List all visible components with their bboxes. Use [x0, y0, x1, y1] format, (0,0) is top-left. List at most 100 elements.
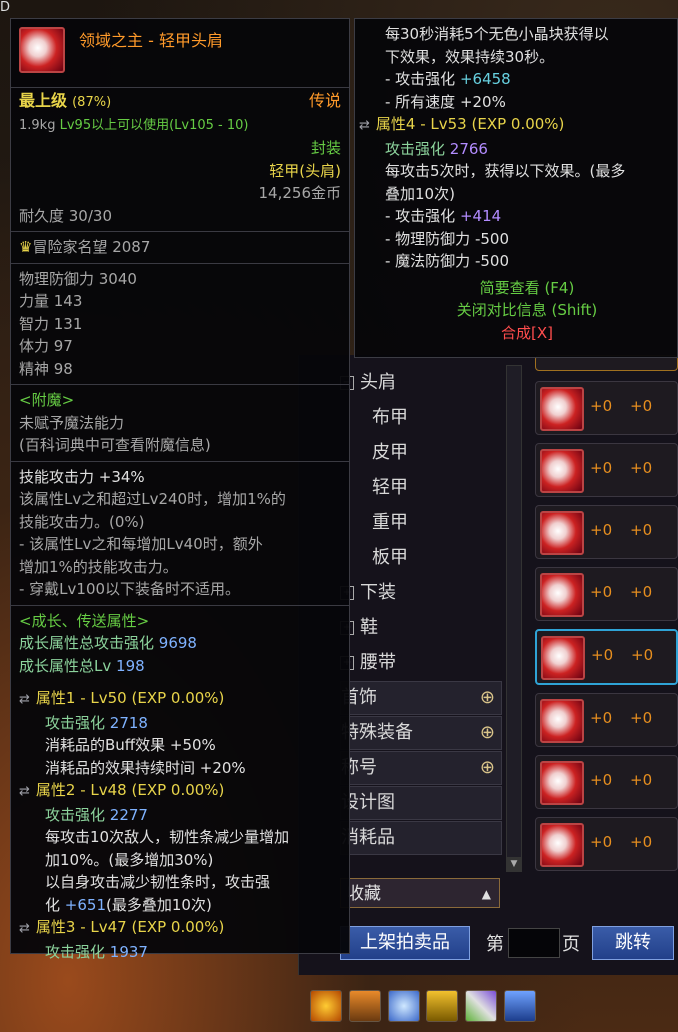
stat-line: 智力 131 — [19, 314, 83, 333]
item-list: +0 +0 +0 +0 +0 +0 +0 +0 +0 +0 +0 +0 +0 +0 +0 +0 — [535, 355, 678, 879]
attr4-atk2-value: +414 — [459, 207, 502, 225]
enchant-line: 未赋予魔法能力 — [19, 413, 125, 432]
shuffle-icon[interactable]: ⇄ — [19, 784, 30, 799]
effect-speed: - 所有速度 +20% — [385, 92, 506, 111]
category-shoulder[interactable]: −头肩 — [340, 365, 520, 400]
category-accessory[interactable]: 首饰 ⊕ — [340, 681, 502, 715]
skill-icon[interactable] — [310, 990, 342, 1022]
zoom-icon[interactable]: ⊕ — [480, 717, 495, 749]
category-heavy[interactable]: 重甲 — [340, 505, 520, 540]
category-leather[interactable]: 皮甲 — [340, 435, 520, 470]
favorites-dropdown[interactable]: 收藏 ▲ — [340, 878, 500, 908]
growth-atk-value: 9698 — [158, 634, 197, 652]
attr2-title: 属性2 - Lv48 (EXP 0.00%) — [35, 781, 225, 799]
category-shoes[interactable]: +鞋 — [340, 610, 520, 645]
item-icon — [540, 823, 584, 867]
category-cloth[interactable]: 布甲 — [340, 400, 520, 435]
scroll-down-icon[interactable]: ▼ — [507, 857, 521, 871]
category-consumable[interactable]: 消耗品 — [340, 821, 502, 855]
zoom-icon[interactable]: ⊕ — [480, 752, 495, 784]
zoom-icon[interactable]: ⊕ — [480, 682, 495, 714]
category-title[interactable]: 称号 ⊕ — [340, 751, 502, 785]
attr3-title: 属性3 - Lv47 (EXP 0.00%) — [35, 918, 225, 936]
item-tooltip: 领域之主 - 轻甲头肩 最上级 (87%) 传说 1.9kg Lv95以上可以使… — [10, 18, 350, 961]
item-icon — [540, 761, 584, 805]
list-item[interactable]: +0 +0 — [535, 443, 678, 497]
skill-icon[interactable] — [426, 990, 459, 1022]
item-icon — [540, 511, 584, 555]
item-icon — [19, 27, 65, 73]
grade-percent: (87%) — [72, 95, 112, 110]
durability: 耐久度 30/30 — [19, 206, 112, 225]
attr2-atk-label: 攻击强化 — [45, 805, 106, 824]
growth-title: <成长、传送属性> — [19, 611, 150, 630]
list-item[interactable]: +0 +0 — [535, 381, 678, 435]
attr2-atk-value: 2277 — [109, 805, 148, 824]
summary-hint[interactable]: 简要查看 (F4) — [385, 277, 669, 300]
item-price: 14,256金币 — [258, 184, 342, 202]
stats-section: 物理防御力 3040 力量 143 智力 131 体力 97 精神 98 — [11, 264, 349, 385]
attr2-line: 加10%。(最多增加30%) — [45, 850, 214, 869]
growth-atk-label: 成长属性总攻击强化 — [19, 634, 155, 652]
skill-icon[interactable] — [503, 990, 536, 1022]
item-icon — [540, 573, 584, 617]
page-suffix: 页 — [562, 934, 580, 955]
corner-text: D — [0, 0, 11, 15]
shuffle-icon[interactable]: ⇄ — [19, 921, 30, 936]
skill-line: 该属性Lv之和超过Lv240时，增加1%的 — [19, 490, 286, 508]
basic-info: 最上级 (87%) 传说 1.9kg Lv95以上可以使用(Lv105 - 10… — [11, 88, 349, 232]
category-scrollbar[interactable]: ▼ — [506, 365, 522, 872]
category-special[interactable]: 特殊装备 ⊕ — [340, 716, 502, 750]
skill-line: 技能攻击力。(0%) — [19, 512, 145, 531]
item-icon — [540, 449, 584, 493]
close-compare-hint[interactable]: 关闭对比信息 (Shift) — [385, 299, 669, 322]
attr4-title: 属性4 - Lv53 (EXP 0.00%) — [375, 115, 565, 133]
attr1-line: 消耗品的效果持续时间 +20% — [45, 758, 246, 777]
attr4-pdef: - 物理防御力 -500 — [385, 229, 509, 248]
skill-line: - 穿戴Lv100以下装备时不适用。 — [19, 580, 241, 598]
skill-hotbar — [310, 990, 538, 1026]
item-type: 轻甲(头肩) — [269, 161, 341, 180]
list-item[interactable]: +0 +0 — [535, 755, 678, 809]
skill-line: - 该属性Lv之和每增加Lv40时，额外 — [19, 535, 263, 553]
list-item[interactable]: +0 +0 — [535, 567, 678, 621]
effect-line: 每30秒消耗5个无色小晶块获得以 — [385, 25, 609, 43]
attr4-line: 每攻击5次时，获得以下效果。(最多 — [385, 162, 626, 180]
enchant-line: (百科词典中可查看附魔信息) — [19, 436, 211, 454]
attr4-line: 叠加10次) — [385, 184, 455, 203]
growth-lv-label: 成长属性总Lv — [19, 656, 112, 675]
category-design[interactable]: 设计图 — [340, 786, 502, 820]
jump-button[interactable]: 跳转 — [592, 926, 674, 960]
attr4-atk-value: 2766 — [449, 139, 488, 158]
category-belt[interactable]: +腰带 — [340, 645, 520, 680]
attr1-line: 消耗品的Buff效果 +50% — [45, 736, 216, 754]
effect-atk-label: - 攻击强化 — [385, 70, 456, 88]
list-item-selected[interactable]: +0 +0 — [535, 629, 678, 685]
skill-icon[interactable] — [465, 990, 498, 1022]
grade: 最上级 — [19, 91, 68, 110]
shuffle-icon[interactable]: ⇄ — [359, 118, 370, 133]
skill-title: 技能攻击力 +34% — [19, 467, 145, 486]
stat-line: 物理防御力 3040 — [19, 269, 137, 288]
attr2-line: 每攻击10次敌人，韧性条减少量增加 — [45, 828, 290, 846]
synthesize-hint[interactable]: 合成[X] — [385, 322, 669, 345]
category-pants[interactable]: +下装 — [340, 575, 520, 610]
list-item[interactable]: +0 +0 — [535, 693, 678, 747]
list-item[interactable]: +0 +0 — [535, 505, 678, 559]
list-for-auction-button[interactable]: 上架拍卖品 — [340, 926, 470, 960]
attr4-mdef: - 魔法防御力 -500 — [385, 252, 509, 270]
shuffle-icon[interactable]: ⇄ — [19, 692, 30, 707]
item-icon — [540, 387, 584, 431]
item-icon — [541, 636, 585, 680]
skill-icon[interactable] — [348, 990, 381, 1022]
reputation-icon: ♛ — [19, 238, 33, 256]
page-number-input[interactable] — [508, 928, 560, 958]
attr4-atk-label: 攻击强化 — [385, 139, 446, 158]
weight: 1.9kg — [19, 117, 56, 133]
list-item[interactable]: +0 +0 — [535, 817, 678, 871]
growth-section: <成长、传送属性> 成长属性总攻击强化 9698 成长属性总Lv 198 ⇄ 属性… — [11, 606, 349, 968]
category-plate[interactable]: 板甲 — [340, 540, 520, 575]
category-list: −头肩 布甲 皮甲 轻甲 重甲 板甲 +下装 +鞋 +腰带 首饰⊕ 特殊装备⊕ … — [340, 365, 520, 856]
category-light[interactable]: 轻甲 — [340, 470, 520, 505]
skill-icon[interactable] — [387, 990, 420, 1022]
